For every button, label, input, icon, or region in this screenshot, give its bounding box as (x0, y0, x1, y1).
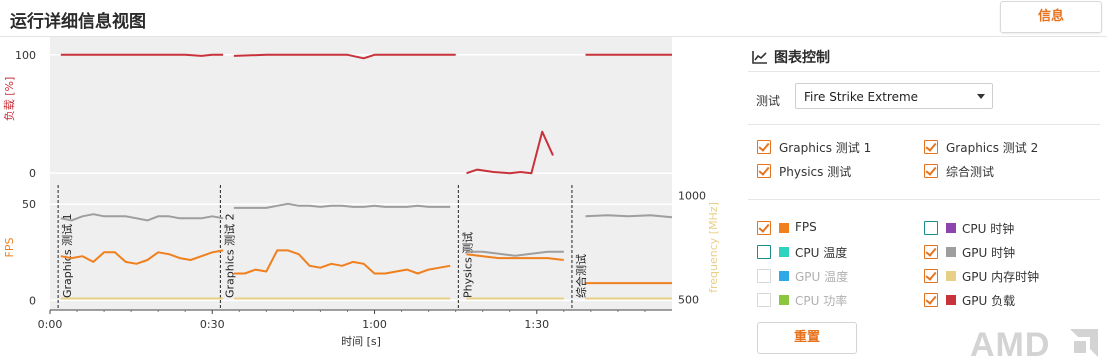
chart-control-panel: 图表控制 测试 Fire Strike Extreme Graphics 测试 … (740, 37, 1107, 363)
color-swatch (779, 271, 789, 281)
y-right-tick-label: 1000 (678, 189, 706, 202)
checkbox[interactable] (924, 140, 938, 154)
test-label: 测试 (756, 94, 781, 108)
section-label: Graphics 测试 2 (223, 213, 236, 298)
checkbox-label: CPU 温度 (795, 246, 848, 260)
y-axis-label: 负载 [%] (2, 77, 16, 122)
chevron-down-icon (977, 94, 985, 99)
x-axis-label: 时间 [s] (341, 335, 381, 348)
panel-header: 图表控制 (752, 47, 830, 67)
color-swatch (946, 271, 956, 281)
gpu-load-line (60, 53, 224, 57)
x-tick-label: 0:30 (200, 318, 225, 331)
x-tick-label: 1:30 (524, 318, 549, 331)
checkbox[interactable] (757, 140, 771, 154)
checkbox-label: FPS (795, 220, 817, 234)
color-swatch (779, 223, 789, 233)
top-plot-background (50, 37, 672, 185)
y-right-tick-label: 500 (678, 294, 699, 307)
panel-divider (748, 71, 1100, 72)
section-label: 综合测试 (574, 254, 588, 298)
line-chart-icon (752, 51, 767, 64)
checkbox[interactable] (757, 221, 771, 235)
checkbox-label: Physics 测试 (779, 165, 852, 179)
y-tick-label: 50 (22, 198, 36, 211)
checkbox[interactable] (924, 221, 938, 235)
amd-logo: AMD (970, 326, 1098, 361)
run-details-chart: 100 0 负载 [%] 50 0 1000 500 FPS frequency [MHz] Gr… (0, 37, 740, 363)
checkbox[interactable] (924, 269, 938, 283)
checkbox[interactable] (924, 293, 938, 307)
reset-button[interactable]: 重置 (757, 322, 857, 354)
panel-divider (748, 124, 1100, 125)
checkbox[interactable] (924, 245, 938, 259)
x-tick-label: 0:00 (38, 318, 63, 331)
test-select[interactable]: Fire Strike Extreme (795, 83, 993, 109)
panel-title: 图表控制 (774, 50, 830, 66)
checkbox[interactable] (924, 164, 938, 178)
checkbox-label: Graphics 测试 1 (779, 141, 872, 155)
color-swatch (779, 247, 789, 257)
color-swatch (779, 295, 789, 305)
checkbox-label: 综合测试 (946, 165, 995, 179)
y-axis-label: FPS (3, 238, 16, 258)
color-swatch (946, 247, 956, 257)
x-tick-label: 1:00 (362, 318, 387, 331)
svg-text:AMD: AMD (970, 326, 1050, 361)
checkbox-label: CPU 时钟 (962, 222, 1015, 236)
y-tick-label: 0 (29, 294, 36, 307)
chart-svg: 1000负载 [%]5001000500FPS frequency [MHz]Gr… (2, 37, 720, 348)
checkbox-label: GPU 温度 (795, 270, 849, 284)
checkbox[interactable] (757, 245, 771, 259)
checkbox-label: GPU 时钟 (962, 246, 1016, 260)
info-button[interactable]: 信息 (1000, 1, 1102, 33)
y-tick-label: 0 (29, 167, 36, 180)
y-right-axis-label: frequency [MHz] (707, 202, 720, 293)
checkbox-label: GPU 负载 (962, 294, 1016, 308)
checkbox-label: GPU 内存时钟 (962, 270, 1040, 284)
section-label: Physics 测试 (461, 232, 474, 298)
color-swatch (946, 223, 956, 233)
checkbox[interactable] (757, 164, 771, 178)
checkbox-label: CPU 功率 (795, 294, 848, 308)
title-bar: 运行详细信息视图 信息 (0, 0, 1107, 36)
test-select-value: Fire Strike Extreme (804, 90, 919, 104)
checkbox-label: Graphics 测试 2 (946, 141, 1039, 155)
panel-divider (748, 199, 1100, 200)
window-title: 运行详细信息视图 (10, 12, 146, 32)
checkbox (757, 293, 771, 307)
color-swatch (946, 295, 956, 305)
checkbox (757, 269, 771, 283)
y-tick-label: 100 (15, 49, 36, 62)
